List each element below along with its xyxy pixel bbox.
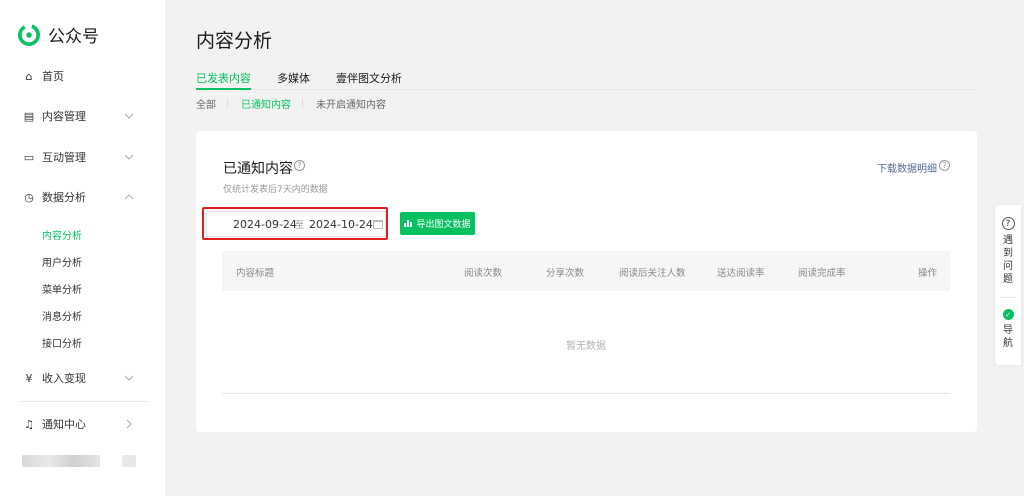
column-header-follows-after-read: 阅读后关注人数 (619, 268, 686, 279)
sidebar-item-notification-center[interactable]: ♫ 通知中心 (0, 412, 165, 436)
panel-divider (999, 297, 1017, 298)
sidebar-item-home[interactable]: ⌂ 首页 (0, 64, 165, 88)
brand-name: 公众号 (48, 27, 99, 47)
table-header: 内容标题 阅读次数 分享次数 阅读后关注人数 送达阅读率 阅读完成率 操作 (222, 251, 950, 291)
chevron-down-icon (124, 375, 134, 381)
subtab-not-notified[interactable]: 未开启通知内容 (316, 96, 386, 111)
yen-icon: ¥ (25, 371, 33, 385)
subtab-divider (227, 98, 228, 108)
column-header-title: 内容标题 (236, 268, 275, 279)
chevron-right-icon (126, 419, 132, 429)
help-question-button[interactable]: ? 遇到问题 (995, 217, 1021, 286)
chat-icon: ▭ (23, 150, 35, 164)
document-icon: ▤ (23, 109, 35, 123)
sidebar: 公众号 ⌂ 首页 ▤ 内容管理 ▭ 互动管理 ◷ 数据分析 内容分析 用户分析 … (0, 0, 165, 496)
tab-bar: 已发表内容 多媒体 壹伴图文分析 (196, 70, 977, 90)
export-article-data-button[interactable]: 导出图文数据 (400, 212, 475, 235)
table-bottom-border (222, 393, 950, 394)
sidebar-item-label: 互动管理 (42, 151, 86, 164)
help-icon[interactable]: ? (294, 160, 305, 171)
navigation-label: 导航 (1003, 325, 1013, 349)
wechat-logo-icon (18, 23, 40, 46)
sidebar-subitem-api-analysis[interactable]: 接口分析 (42, 335, 82, 350)
subtab-notified[interactable]: 已通知内容 (241, 96, 291, 111)
tab-published-content[interactable]: 已发表内容 (196, 70, 251, 90)
avatar[interactable] (22, 455, 100, 467)
subtab-divider (302, 98, 303, 108)
sidebar-item-label: 收入变现 (42, 372, 86, 385)
download-data-link[interactable]: 下载数据明细 (877, 160, 937, 175)
sidebar-item-label: 内容管理 (42, 110, 86, 123)
sidebar-item-label: 首页 (42, 70, 64, 83)
empty-state-text: 暂无数据 (566, 341, 606, 352)
chevron-down-icon (124, 113, 134, 119)
brand[interactable]: 公众号 (18, 22, 99, 47)
sidebar-subitem-content-analysis[interactable]: 内容分析 (42, 227, 82, 242)
sidebar-item-label: 通知中心 (42, 418, 86, 431)
account-menu[interactable] (122, 455, 136, 467)
navigation-icon: ✓ (1002, 309, 1014, 320)
clock-icon: ◷ (24, 190, 34, 204)
column-header-completion-rate: 阅读完成率 (798, 268, 846, 279)
tab-multimedia[interactable]: 多媒体 (277, 70, 310, 90)
page-title: 内容分析 (196, 30, 273, 52)
sidebar-divider (18, 401, 148, 402)
sidebar-subitem-menu-analysis[interactable]: 菜单分析 (42, 281, 82, 296)
floating-help-panel: ? 遇到问题 ✓ 导航 (995, 205, 1021, 365)
subtab-all[interactable]: 全部 (196, 96, 216, 111)
sidebar-item-monetization[interactable]: ¥ 收入变现 (0, 366, 165, 390)
sidebar-item-interaction-management[interactable]: ▭ 互动管理 (0, 145, 165, 169)
help-question-label: 遇到问题 (1003, 235, 1013, 285)
sidebar-item-label: 数据分析 (42, 191, 86, 204)
home-icon: ⌂ (25, 69, 33, 83)
chevron-up-icon (124, 194, 134, 200)
highlight-box (202, 207, 388, 240)
column-header-reads: 阅读次数 (464, 268, 503, 279)
sidebar-item-data-analysis[interactable]: ◷ 数据分析 (0, 185, 165, 209)
chevron-down-icon (124, 154, 134, 160)
card-title: 已通知内容 (223, 161, 293, 177)
sidebar-subitem-user-analysis[interactable]: 用户分析 (42, 254, 82, 269)
navigation-button[interactable]: ✓ 导航 (995, 309, 1021, 350)
sidebar-item-content-management[interactable]: ▤ 内容管理 (0, 104, 165, 128)
column-header-delivery-read-rate: 送达阅读率 (717, 268, 765, 279)
help-icon[interactable]: ? (939, 160, 950, 171)
card-subtitle: 仅统计发表后7天内的数据 (223, 185, 328, 195)
question-icon: ? (1001, 217, 1015, 230)
export-button-label: 导出图文数据 (416, 220, 471, 230)
column-header-actions: 操作 (918, 268, 938, 279)
bell-icon: ♫ (24, 417, 34, 431)
sidebar-subitem-message-analysis[interactable]: 消息分析 (42, 308, 82, 323)
bar-chart-icon (404, 220, 413, 227)
column-header-shares: 分享次数 (546, 268, 585, 279)
tab-yiban-analysis[interactable]: 壹伴图文分析 (336, 70, 402, 90)
